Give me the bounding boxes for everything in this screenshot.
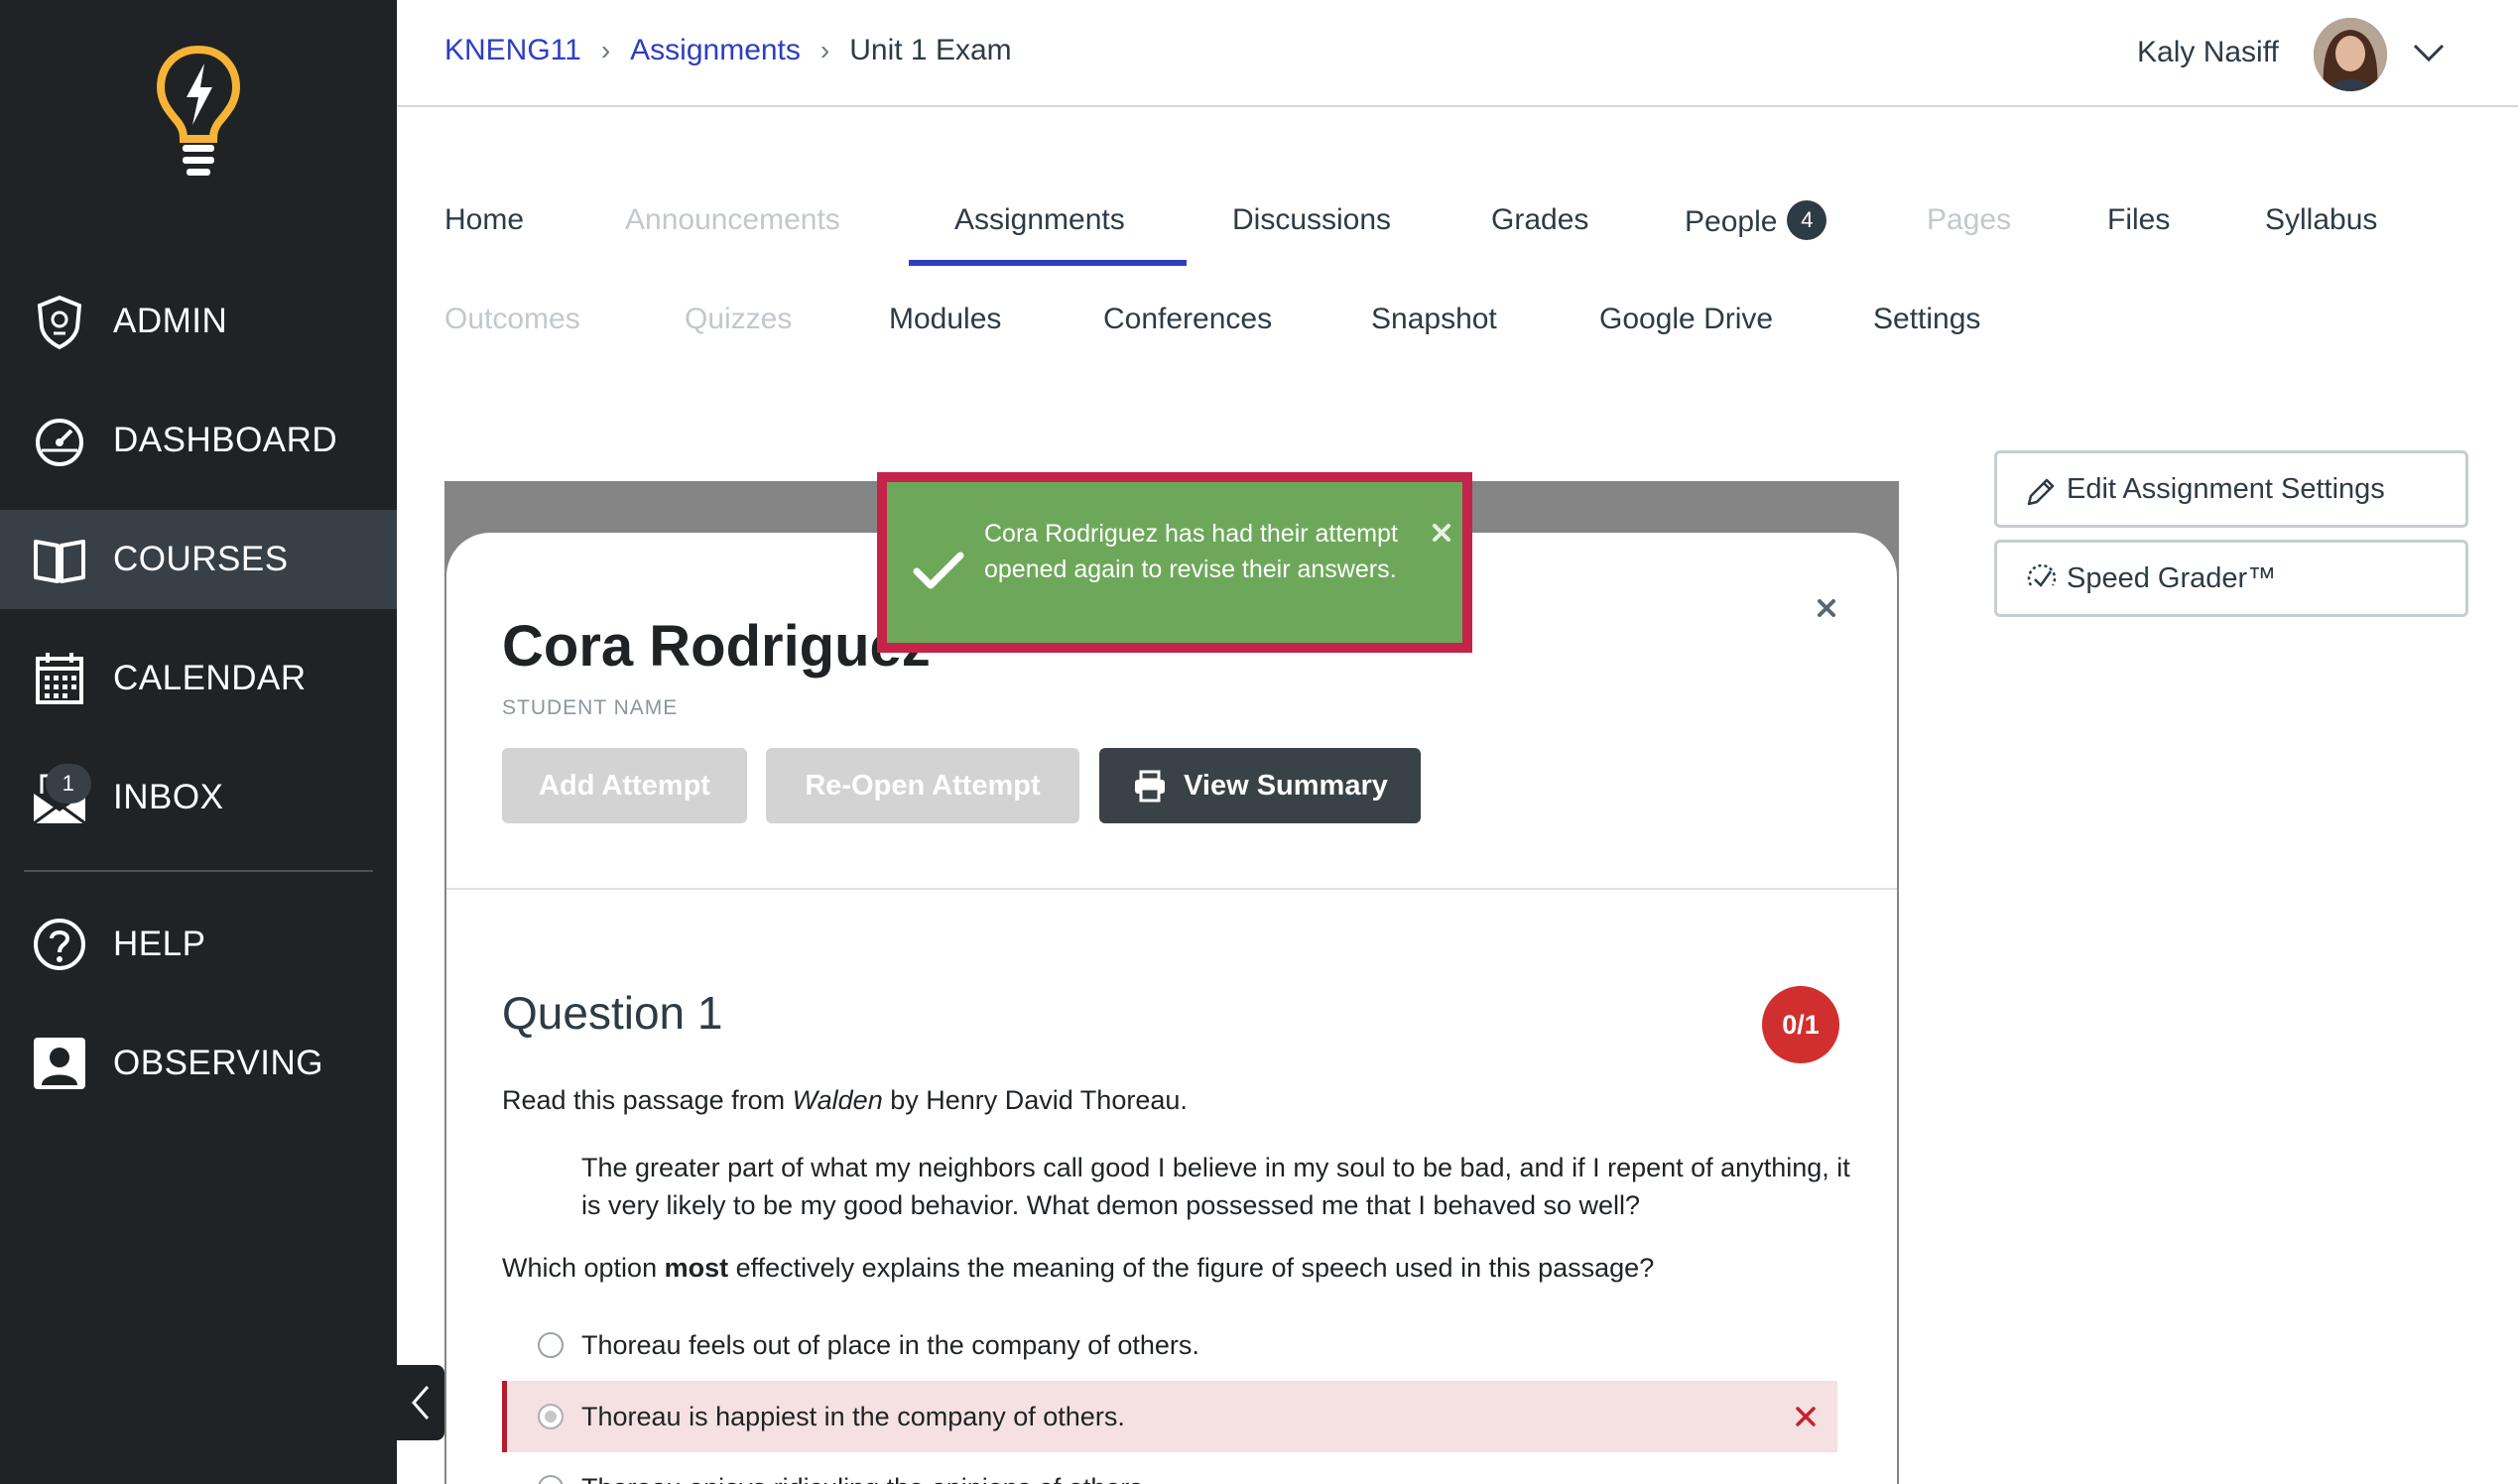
incorrect-x-icon	[1796, 1407, 1816, 1426]
admin-shield-icon	[37, 295, 82, 350]
global-navigation: ADMIN DASHBOARD COURSES CALENDAR 1 INBOX…	[0, 0, 397, 1484]
student-name: Cora Rodriguez	[502, 614, 931, 679]
question-intro-prefix: Read this passage from	[502, 1085, 793, 1115]
speed-grader-icon	[2027, 563, 2057, 587]
reopen-attempt-button[interactable]: Re-Open Attempt	[766, 748, 1079, 823]
checkmark-icon	[913, 552, 964, 589]
radio-button[interactable]	[538, 1332, 564, 1358]
tab-people[interactable]: People 4	[1685, 200, 1827, 243]
user-avatar-icon	[2314, 18, 2387, 91]
people-count-badge: 4	[1787, 200, 1827, 240]
question-intro-title: Walden	[792, 1085, 883, 1115]
tab-pages[interactable]: Pages	[1927, 203, 2011, 237]
book-icon	[34, 540, 85, 583]
nav-help[interactable]: HELP	[0, 895, 397, 994]
calendar-icon	[36, 653, 83, 704]
nav-observing[interactable]: OBSERVING	[0, 1014, 397, 1113]
help-icon	[34, 919, 85, 970]
nav-courses[interactable]: COURSES	[0, 510, 397, 609]
speed-grader-label: Speed Grader™	[2067, 561, 2277, 594]
question-score-badge: 0/1	[1762, 986, 1839, 1063]
close-icon[interactable]	[1431, 522, 1452, 544]
question-intro: Read this passage from Walden by Henry D…	[502, 1085, 1188, 1116]
avatar[interactable]	[2314, 18, 2387, 91]
active-tab-indicator	[909, 260, 1187, 266]
card-divider	[446, 888, 1897, 890]
tab-home[interactable]: Home	[444, 203, 524, 237]
question-prompt-bold: most	[664, 1253, 729, 1283]
user-name[interactable]: Kaly Nasiff	[2137, 36, 2279, 69]
close-icon[interactable]	[1812, 593, 1841, 623]
nav-courses-label: COURSES	[113, 540, 289, 578]
toast-message: Cora Rodriguez has had their attempt ope…	[984, 520, 1398, 583]
nav-observing-label: OBSERVING	[113, 1044, 323, 1082]
tab-quizzes[interactable]: Quizzes	[685, 303, 792, 336]
question-prompt: Which option most effectively explains t…	[502, 1253, 1654, 1284]
nav-dashboard-label: DASHBOARD	[113, 421, 338, 459]
question-prompt-suffix: effectively explains the meaning of the …	[728, 1253, 1655, 1283]
nav-calendar[interactable]: CALENDAR	[0, 629, 397, 728]
breadcrumb-course[interactable]: KNENG11	[444, 34, 581, 67]
tab-announcements[interactable]: Announcements	[625, 203, 840, 237]
tab-files[interactable]: Files	[2107, 203, 2170, 237]
answer-option[interactable]: Thoreau enjoys ridiculing the opinions o…	[502, 1452, 1837, 1484]
question-title: Question 1	[502, 987, 723, 1039]
tab-people-label: People	[1685, 204, 1778, 238]
printer-icon	[1135, 770, 1166, 803]
tab-modules[interactable]: Modules	[889, 303, 1001, 336]
answer-option-label: Thoreau feels out of place in the compan…	[581, 1329, 1199, 1360]
breadcrumb-separator-icon: ›	[600, 35, 611, 65]
nav-inbox[interactable]: 1 INBOX	[0, 748, 397, 847]
chevron-left-icon	[412, 1386, 430, 1420]
nav-inbox-label: INBOX	[113, 778, 224, 816]
tab-grades[interactable]: Grades	[1491, 203, 1588, 237]
tab-discussions[interactable]: Discussions	[1232, 203, 1391, 237]
radio-button[interactable]	[538, 1475, 564, 1484]
dashboard-gauge-icon	[36, 419, 83, 466]
lightbulb-logo-icon[interactable]	[149, 42, 248, 181]
add-attempt-button[interactable]: Add Attempt	[502, 748, 747, 823]
answer-option[interactable]: Thoreau feels out of place in the compan…	[502, 1309, 1837, 1381]
nav-admin[interactable]: ADMIN	[0, 272, 397, 371]
answer-option-selected-wrong[interactable]: Thoreau is happiest in the company of ot…	[502, 1381, 1837, 1452]
tab-syllabus[interactable]: Syllabus	[2265, 203, 2377, 237]
tab-google-drive[interactable]: Google Drive	[1599, 303, 1773, 336]
answer-option-label: Thoreau enjoys ridiculing the opinions o…	[581, 1473, 1150, 1484]
sidebar-divider	[24, 870, 373, 872]
reopen-attempt-label: Re-Open Attempt	[805, 769, 1041, 802]
breadcrumb-separator-icon: ›	[819, 35, 830, 65]
chevron-down-icon[interactable]	[2411, 38, 2447, 67]
add-attempt-label: Add Attempt	[539, 769, 710, 802]
tab-conferences[interactable]: Conferences	[1103, 303, 1272, 336]
tab-outcomes[interactable]: Outcomes	[444, 303, 580, 336]
answer-option-label: Thoreau is happiest in the company of ot…	[581, 1401, 1125, 1431]
breadcrumb-current: Unit 1 Exam	[849, 34, 1012, 66]
student-name-label: STUDENT NAME	[502, 696, 679, 719]
tab-settings[interactable]: Settings	[1873, 303, 1980, 336]
collapse-nav-button[interactable]	[397, 1365, 444, 1440]
view-summary-button[interactable]: View Summary	[1099, 748, 1421, 823]
top-header: KNENG11 › Assignments › Unit 1 Exam Kaly…	[397, 0, 2518, 107]
tab-assignments[interactable]: Assignments	[954, 203, 1125, 237]
observer-icon	[34, 1038, 85, 1089]
breadcrumb-assignments[interactable]: Assignments	[630, 34, 801, 67]
breadcrumb: KNENG11 › Assignments › Unit 1 Exam	[444, 34, 1012, 67]
question-prompt-prefix: Which option	[502, 1253, 665, 1283]
success-toast: Cora Rodriguez has had their attempt ope…	[877, 472, 1472, 653]
nav-help-label: HELP	[113, 925, 206, 963]
pencil-icon	[2027, 478, 2055, 506]
radio-button[interactable]	[538, 1404, 564, 1429]
question-passage: The greater part of what my neighbors ca…	[581, 1153, 1850, 1220]
nav-admin-label: ADMIN	[113, 302, 228, 340]
edit-assignment-settings-button[interactable]: Edit Assignment Settings	[1994, 450, 2468, 528]
question-intro-suffix: by Henry David Thoreau.	[882, 1085, 1188, 1115]
nav-dashboard[interactable]: DASHBOARD	[0, 391, 397, 490]
edit-assignment-settings-label: Edit Assignment Settings	[2067, 472, 2385, 505]
tab-snapshot[interactable]: Snapshot	[1371, 303, 1497, 336]
inbox-unread-badge: 1	[46, 764, 91, 804]
nav-calendar-label: CALENDAR	[113, 659, 307, 697]
speed-grader-button[interactable]: Speed Grader™	[1994, 540, 2468, 617]
view-summary-label: View Summary	[1184, 769, 1388, 802]
